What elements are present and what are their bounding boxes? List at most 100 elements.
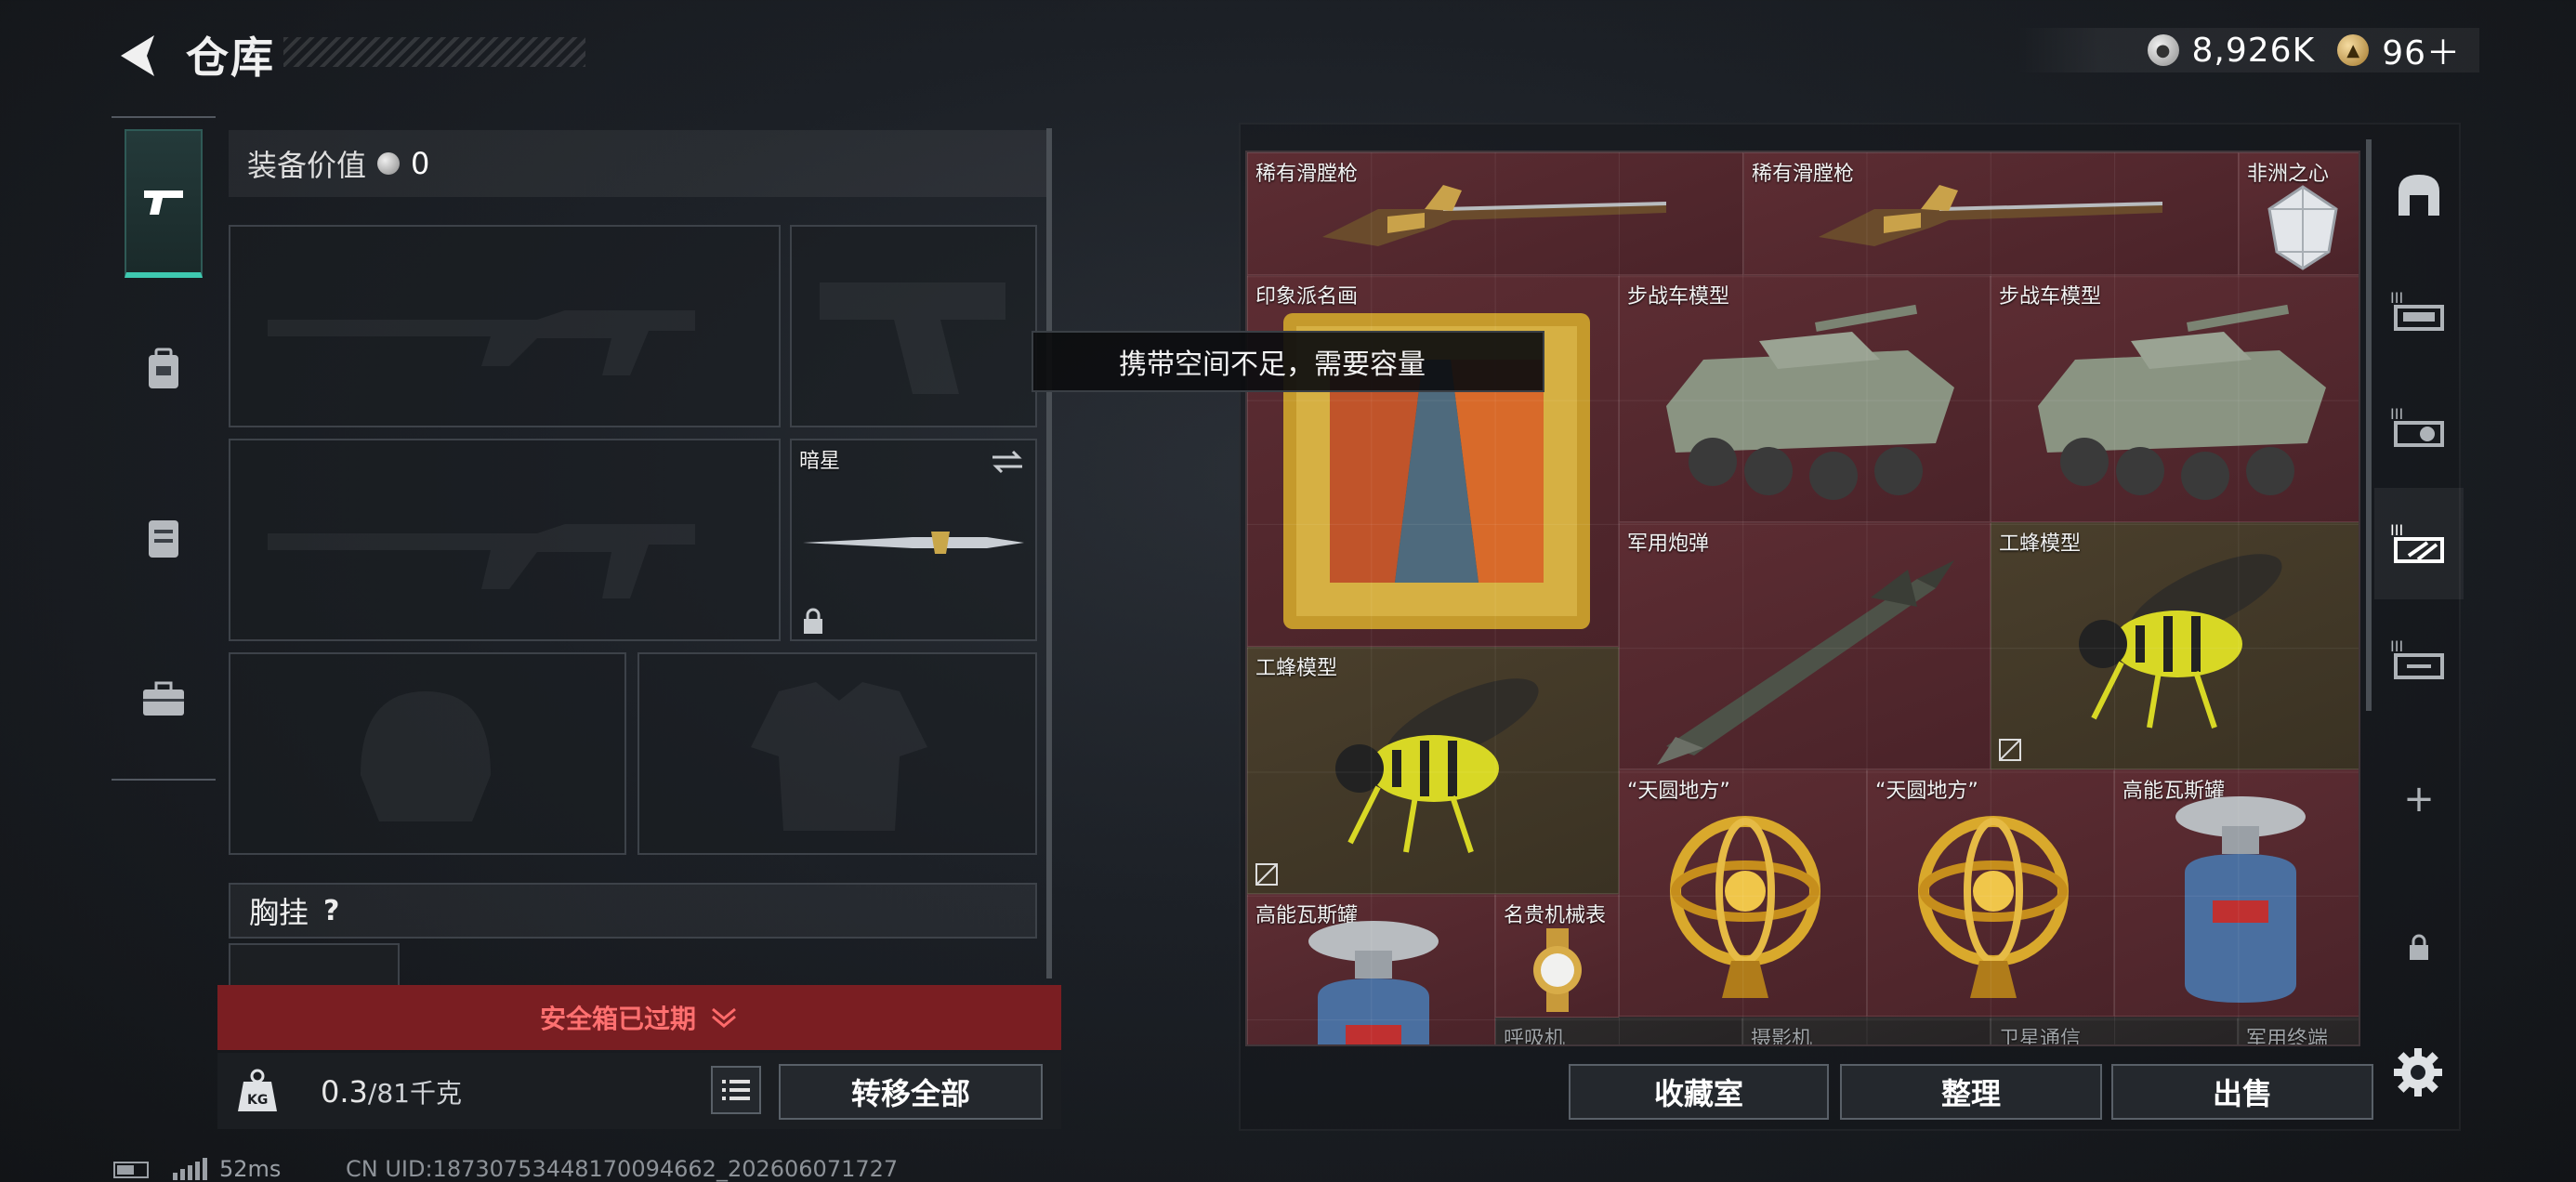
nav-item-shelf-1[interactable]: III — [2374, 256, 2464, 367]
organize-button[interactable]: 整理 — [1840, 1064, 2102, 1120]
locked-shelf[interactable] — [2374, 892, 2464, 1004]
settings-button[interactable] — [2390, 1044, 2446, 1100]
equipment-value-label: 装备价值 — [247, 148, 367, 183]
armillary-sphere-icon — [1918, 816, 2069, 998]
storage-item[interactable]: “天圆地方” — [1619, 769, 1867, 1017]
gear-icon — [2394, 1048, 2442, 1097]
melee-slot[interactable]: 暗星 — [790, 439, 1037, 641]
capacity-tooltip: 携带空间不足，需要容量 — [1032, 331, 1544, 392]
svg-text:III: III — [2390, 637, 2403, 655]
storage-item[interactable]: 高能瓦斯罐 — [2114, 769, 2359, 1017]
transfer-all-button[interactable]: 转移全部 — [779, 1064, 1043, 1120]
collection-room-button[interactable]: 收藏室 — [1569, 1064, 1829, 1120]
storage-item[interactable]: 工蜂模型 — [1247, 647, 1619, 894]
svg-text:III: III — [2390, 521, 2403, 539]
pistol-icon — [144, 190, 183, 215]
item-name: 印象派名画 — [1255, 285, 1359, 309]
user-uid: CN UID:18730753448170094662_202606071727 — [346, 1156, 899, 1182]
chest-rig-slot[interactable] — [229, 943, 400, 990]
item-name: 名贵机械表 — [1504, 904, 1607, 927]
lock-icon — [2410, 934, 2428, 960]
musket-icon — [1819, 185, 2162, 246]
svg-text:III: III — [2390, 405, 2403, 423]
nav-item-shelf-3[interactable]: III — [2374, 488, 2464, 599]
armored-vehicle-icon — [2038, 304, 2326, 500]
chest-rig-label: 胸挂 — [249, 895, 309, 930]
storage-item[interactable]: 工蜂模型 — [1991, 522, 2359, 769]
gas-canister-icon — [2175, 796, 2306, 1003]
signal-icon — [173, 1158, 208, 1182]
nav-item-shelf-4[interactable]: III — [2374, 604, 2464, 716]
safebox-expired-text: 安全箱已过期 — [539, 1004, 696, 1034]
nav-item-toolbox[interactable] — [125, 624, 203, 773]
shelf-3-icon: III — [2390, 521, 2444, 563]
pistol-silhouette-icon — [820, 282, 1005, 394]
ping-value: 52ms — [219, 1156, 282, 1182]
nav-item-weapons[interactable] — [125, 129, 203, 278]
gold-currency-value[interactable]: 96＋ — [2382, 26, 2461, 74]
armor-silhouette-icon — [751, 682, 927, 831]
silver-coin-icon — [377, 152, 401, 175]
storage-item[interactable]: “天圆地方” — [1867, 769, 2114, 1017]
swap-icon[interactable] — [989, 448, 1026, 476]
left-category-nav — [112, 116, 216, 781]
pistol-slot[interactable] — [790, 225, 1037, 427]
list-icon — [722, 1080, 750, 1100]
storage-item[interactable]: 军用炮弹 — [1619, 522, 1991, 769]
svg-text:KG: KG — [247, 1093, 268, 1108]
gas-canister-icon — [1308, 921, 1439, 1044]
silver-coin-icon: ● — [2147, 34, 2179, 66]
sell-button[interactable]: 出售 — [2111, 1064, 2373, 1120]
safebox-expired-bar[interactable]: 安全箱已过期 — [217, 985, 1061, 1050]
nav-item-shelf-2[interactable]: III — [2374, 372, 2464, 483]
svg-text:III: III — [2390, 289, 2403, 307]
storage-item[interactable]: 名贵机械表 — [1495, 894, 1619, 1018]
storage-item[interactable]: 呼吸机 — [1495, 1018, 1742, 1044]
equipment-value: 0 — [411, 146, 430, 181]
shelf-1-icon: III — [2390, 289, 2444, 331]
weight-icon: KG — [234, 1067, 281, 1115]
storage-item[interactable]: 非洲之心 — [2239, 152, 2359, 275]
knife-icon — [803, 532, 1024, 554]
helmet-slot[interactable] — [229, 652, 626, 855]
shelf-4-icon: III — [2390, 637, 2444, 679]
storage-item[interactable]: 军用终端 — [2238, 1018, 2359, 1044]
storage-item[interactable]: 卫星通信 — [1991, 1018, 2238, 1046]
item-name: 摄影机 — [1751, 1028, 1813, 1046]
equipment-scrollbar[interactable] — [1046, 128, 1052, 978]
storage-item[interactable]: 步战车模型 — [1991, 275, 2359, 522]
back-button[interactable] — [110, 28, 165, 84]
storage-scrollbar[interactable] — [2366, 139, 2372, 711]
nav-item-backpack[interactable] — [125, 295, 203, 443]
nav-item-vault[interactable] — [2374, 139, 2464, 251]
storage-grid[interactable]: 稀有滑膛枪 稀有滑膛枪 非洲之心 印象派名画 步战车模型 步战车模型 军用炮弹 … — [1245, 151, 2360, 1046]
missile-icon — [1657, 560, 1954, 765]
item-name: 卫星通信 — [1999, 1028, 2082, 1046]
armor-slot[interactable] — [637, 652, 1037, 855]
secondary-weapon-slot[interactable] — [229, 439, 781, 641]
wasp-model-icon — [1335, 678, 1539, 853]
item-name: “天圆地方” — [1627, 780, 1730, 803]
storage-item[interactable]: 稀有滑膛枪 — [1743, 152, 2239, 275]
storage-item[interactable]: 摄影机 — [1742, 1018, 1991, 1046]
backpack-icon — [149, 348, 178, 388]
wasp-model-icon — [2079, 554, 2282, 729]
helmet-silhouette-icon — [361, 691, 491, 821]
back-arrow-icon — [121, 35, 154, 76]
melee-item-name: 暗星 — [799, 450, 841, 473]
rifle-silhouette-icon — [268, 524, 695, 598]
chest-rig-bar: 胸挂 ? — [229, 883, 1037, 939]
nav-item-bag[interactable] — [125, 462, 203, 611]
shelf-2-icon: III — [2390, 405, 2444, 447]
chest-rig-help-button[interactable]: ? — [323, 895, 339, 927]
gate-icon — [2399, 175, 2439, 216]
primary-weapon-slot[interactable] — [229, 225, 781, 427]
storage-item[interactable]: 步战车模型 — [1619, 275, 1991, 522]
list-view-button[interactable] — [711, 1066, 761, 1114]
page-title: 仓库 — [186, 33, 275, 83]
storage-item[interactable]: 高能瓦斯罐 — [1247, 894, 1495, 1044]
add-shelf-button[interactable]: + — [2374, 743, 2464, 855]
rifle-silhouette-icon — [268, 310, 695, 375]
storage-item[interactable]: 稀有滑膛枪 — [1247, 152, 1743, 275]
double-chevron-down-icon — [712, 1007, 736, 1028]
